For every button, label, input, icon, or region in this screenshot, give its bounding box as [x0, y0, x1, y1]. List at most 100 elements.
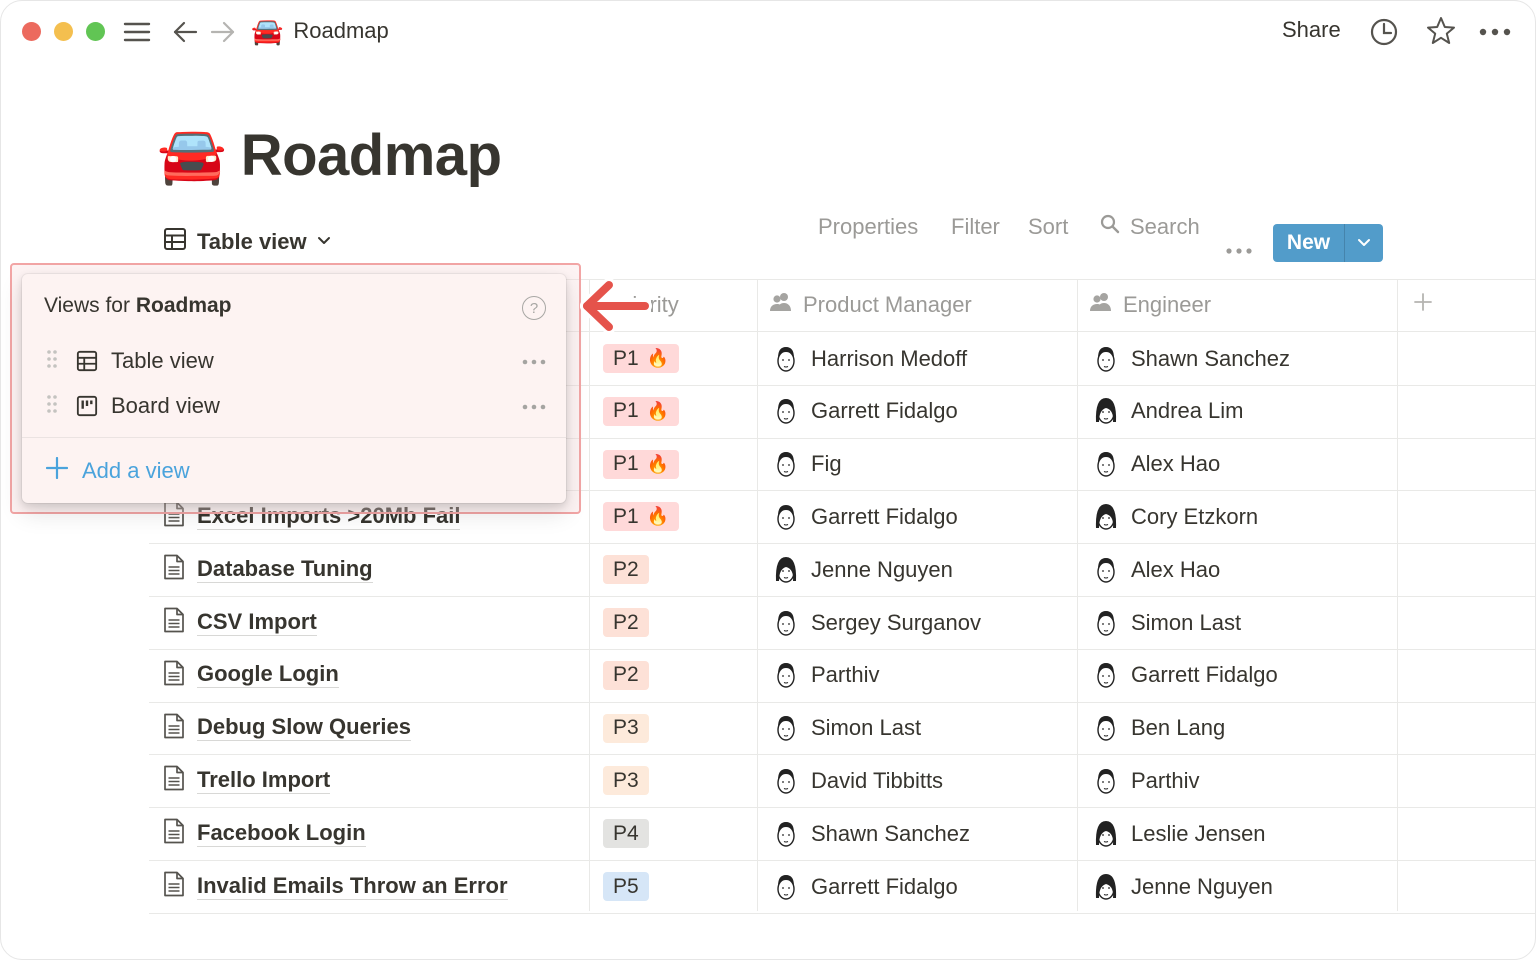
column-header-label: Engineer [1123, 292, 1212, 317]
person-name: Parthiv [1131, 767, 1200, 793]
product-manager-cell[interactable]: Shawn Sanchez [773, 807, 970, 860]
view-more-icon[interactable] [522, 397, 546, 415]
hamburger-icon[interactable] [123, 17, 151, 47]
engineer-cell[interactable]: Alex Hao [1093, 438, 1220, 491]
row-title[interactable]: Database Tuning [197, 556, 373, 583]
product-manager-cell[interactable]: David Tibbitts [773, 754, 943, 807]
priority-label: P4 [613, 821, 639, 845]
priority-cell[interactable]: P2 [603, 596, 649, 649]
clock-icon[interactable] [1369, 17, 1399, 47]
add-property-button[interactable] [1413, 279, 1433, 331]
page-doc-icon [163, 765, 185, 796]
product-manager-cell[interactable]: Sergey Surganov [773, 596, 981, 649]
engineer-cell[interactable]: Jenne Nguyen [1093, 860, 1273, 913]
row-title[interactable]: Debug Slow Queries [197, 715, 411, 742]
row-title[interactable]: Facebook Login [197, 820, 366, 847]
add-view-button[interactable]: Add a view [45, 456, 190, 485]
breadcrumb[interactable]: 🚘 Roadmap [251, 15, 389, 47]
engineer-cell[interactable]: Parthiv [1093, 754, 1199, 807]
new-button[interactable]: New [1273, 224, 1345, 262]
name-cell[interactable]: Invalid Emails Throw an Error [163, 860, 508, 913]
priority-cell[interactable]: P1 🔥 [603, 438, 680, 491]
priority-cell[interactable]: P2 [603, 543, 649, 596]
sort-button[interactable]: Sort [1028, 214, 1068, 240]
name-cell[interactable]: Debug Slow Queries [163, 702, 411, 755]
product-manager-cell[interactable]: Harrison Medoff [773, 332, 967, 385]
view-item-table[interactable]: Table view [22, 339, 566, 383]
views-popup: Views for Roadmap ? Table view Board vie… [22, 274, 566, 503]
row-title[interactable]: Trello Import [197, 767, 331, 794]
properties-button[interactable]: Properties [818, 214, 918, 240]
engineer-cell[interactable]: Leslie Jensen [1093, 807, 1266, 860]
page-icon[interactable]: 🚘 [157, 119, 227, 191]
table-row[interactable]: Database Tuning P2 Jenne Nguyen Alex Hao [149, 543, 1535, 596]
help-icon[interactable]: ? [522, 296, 546, 320]
column-header-product-manager[interactable]: Product Manager [769, 279, 972, 331]
person-name: Alex Hao [1131, 556, 1221, 582]
engineer-cell[interactable]: Simon Last [1093, 596, 1241, 649]
new-dropdown-chevron-icon[interactable] [1345, 224, 1383, 262]
view-item-board[interactable]: Board view [22, 384, 566, 428]
priority-label: P5 [613, 874, 639, 898]
priority-cell[interactable]: P2 [603, 649, 649, 702]
view-more-icon[interactable] [522, 352, 546, 370]
priority-cell[interactable]: P3 [603, 754, 649, 807]
drag-handle-icon[interactable] [46, 394, 58, 419]
minimize-window-button[interactable] [54, 22, 73, 41]
name-cell[interactable]: Google Login [163, 649, 339, 702]
priority-cell[interactable]: P5 [603, 860, 649, 913]
table-row[interactable]: CSV Import P2 Sergey Surganov Simon Last [149, 596, 1535, 649]
name-cell[interactable]: Trello Import [163, 754, 331, 807]
product-manager-cell[interactable]: Fig [773, 438, 842, 491]
product-manager-cell[interactable]: Parthiv [773, 649, 879, 702]
column-header-engineer[interactable]: Engineer [1089, 279, 1211, 331]
product-manager-cell[interactable]: Garrett Fidalgo [773, 385, 958, 438]
table-row[interactable]: Debug Slow Queries P3 Simon Last Ben Lang [149, 702, 1535, 755]
view-switcher[interactable]: Table view [163, 227, 331, 256]
table-row[interactable]: Invalid Emails Throw an Error P5 Garrett F… [149, 860, 1535, 913]
title-bar: 🚘 Roadmap Share [1, 1, 1535, 63]
name-cell[interactable]: Facebook Login [163, 807, 366, 860]
filter-button[interactable]: Filter [951, 214, 1000, 240]
more-icon[interactable] [1479, 25, 1511, 43]
engineer-cell[interactable]: Ben Lang [1093, 702, 1225, 755]
zoom-window-button[interactable] [86, 22, 105, 41]
table-row[interactable]: Google Login P2 Parthiv Garrett Fidalgo [149, 649, 1535, 702]
priority-cell[interactable]: P3 [603, 702, 649, 755]
product-manager-cell[interactable]: Garrett Fidalgo [773, 490, 958, 543]
star-icon[interactable] [1425, 15, 1457, 47]
product-manager-cell[interactable]: Simon Last [773, 702, 921, 755]
priority-cell[interactable]: P1 🔥 [603, 490, 680, 543]
priority-cell[interactable]: P4 [603, 807, 649, 860]
row-title[interactable]: Invalid Emails Throw an Error [197, 873, 508, 900]
search-button[interactable]: Search [1100, 214, 1200, 240]
table-row[interactable]: Facebook Login P4 Shawn Sanchez Leslie Jens… [149, 807, 1535, 860]
engineer-cell[interactable]: Garrett Fidalgo [1093, 649, 1278, 702]
page-heading[interactable]: Roadmap [241, 122, 502, 189]
name-cell[interactable]: Database Tuning [163, 543, 373, 596]
person-name: Garrett Fidalgo [811, 873, 958, 899]
priority-tag: P1 🔥 [603, 396, 680, 426]
person-name: Garrett Fidalgo [811, 398, 958, 424]
priority-cell[interactable]: P1 🔥 [603, 385, 680, 438]
forward-arrow-icon[interactable] [209, 17, 237, 47]
engineer-cell[interactable]: Shawn Sanchez [1093, 332, 1290, 385]
row-title[interactable]: Google Login [197, 662, 339, 689]
engineer-cell[interactable]: Cory Etzkorn [1093, 490, 1258, 543]
close-window-button[interactable] [22, 22, 41, 41]
avatar [1093, 449, 1119, 479]
back-arrow-icon[interactable] [171, 17, 199, 47]
priority-tag: P2 [603, 660, 649, 690]
product-manager-cell[interactable]: Jenne Nguyen [773, 543, 953, 596]
table-row[interactable]: Trello Import P3 David Tibbitts Parthiv [149, 754, 1535, 807]
share-button[interactable]: Share [1282, 17, 1341, 43]
product-manager-cell[interactable]: Garrett Fidalgo [773, 860, 958, 913]
engineer-cell[interactable]: Andrea Lim [1093, 385, 1244, 438]
name-cell[interactable]: CSV Import [163, 596, 317, 649]
avatar [773, 872, 799, 902]
heading-prefix: Views for [44, 294, 136, 317]
toolbar-more-icon[interactable] [1226, 235, 1252, 261]
engineer-cell[interactable]: Alex Hao [1093, 543, 1220, 596]
drag-handle-icon[interactable] [46, 349, 58, 374]
row-title[interactable]: CSV Import [197, 609, 317, 636]
